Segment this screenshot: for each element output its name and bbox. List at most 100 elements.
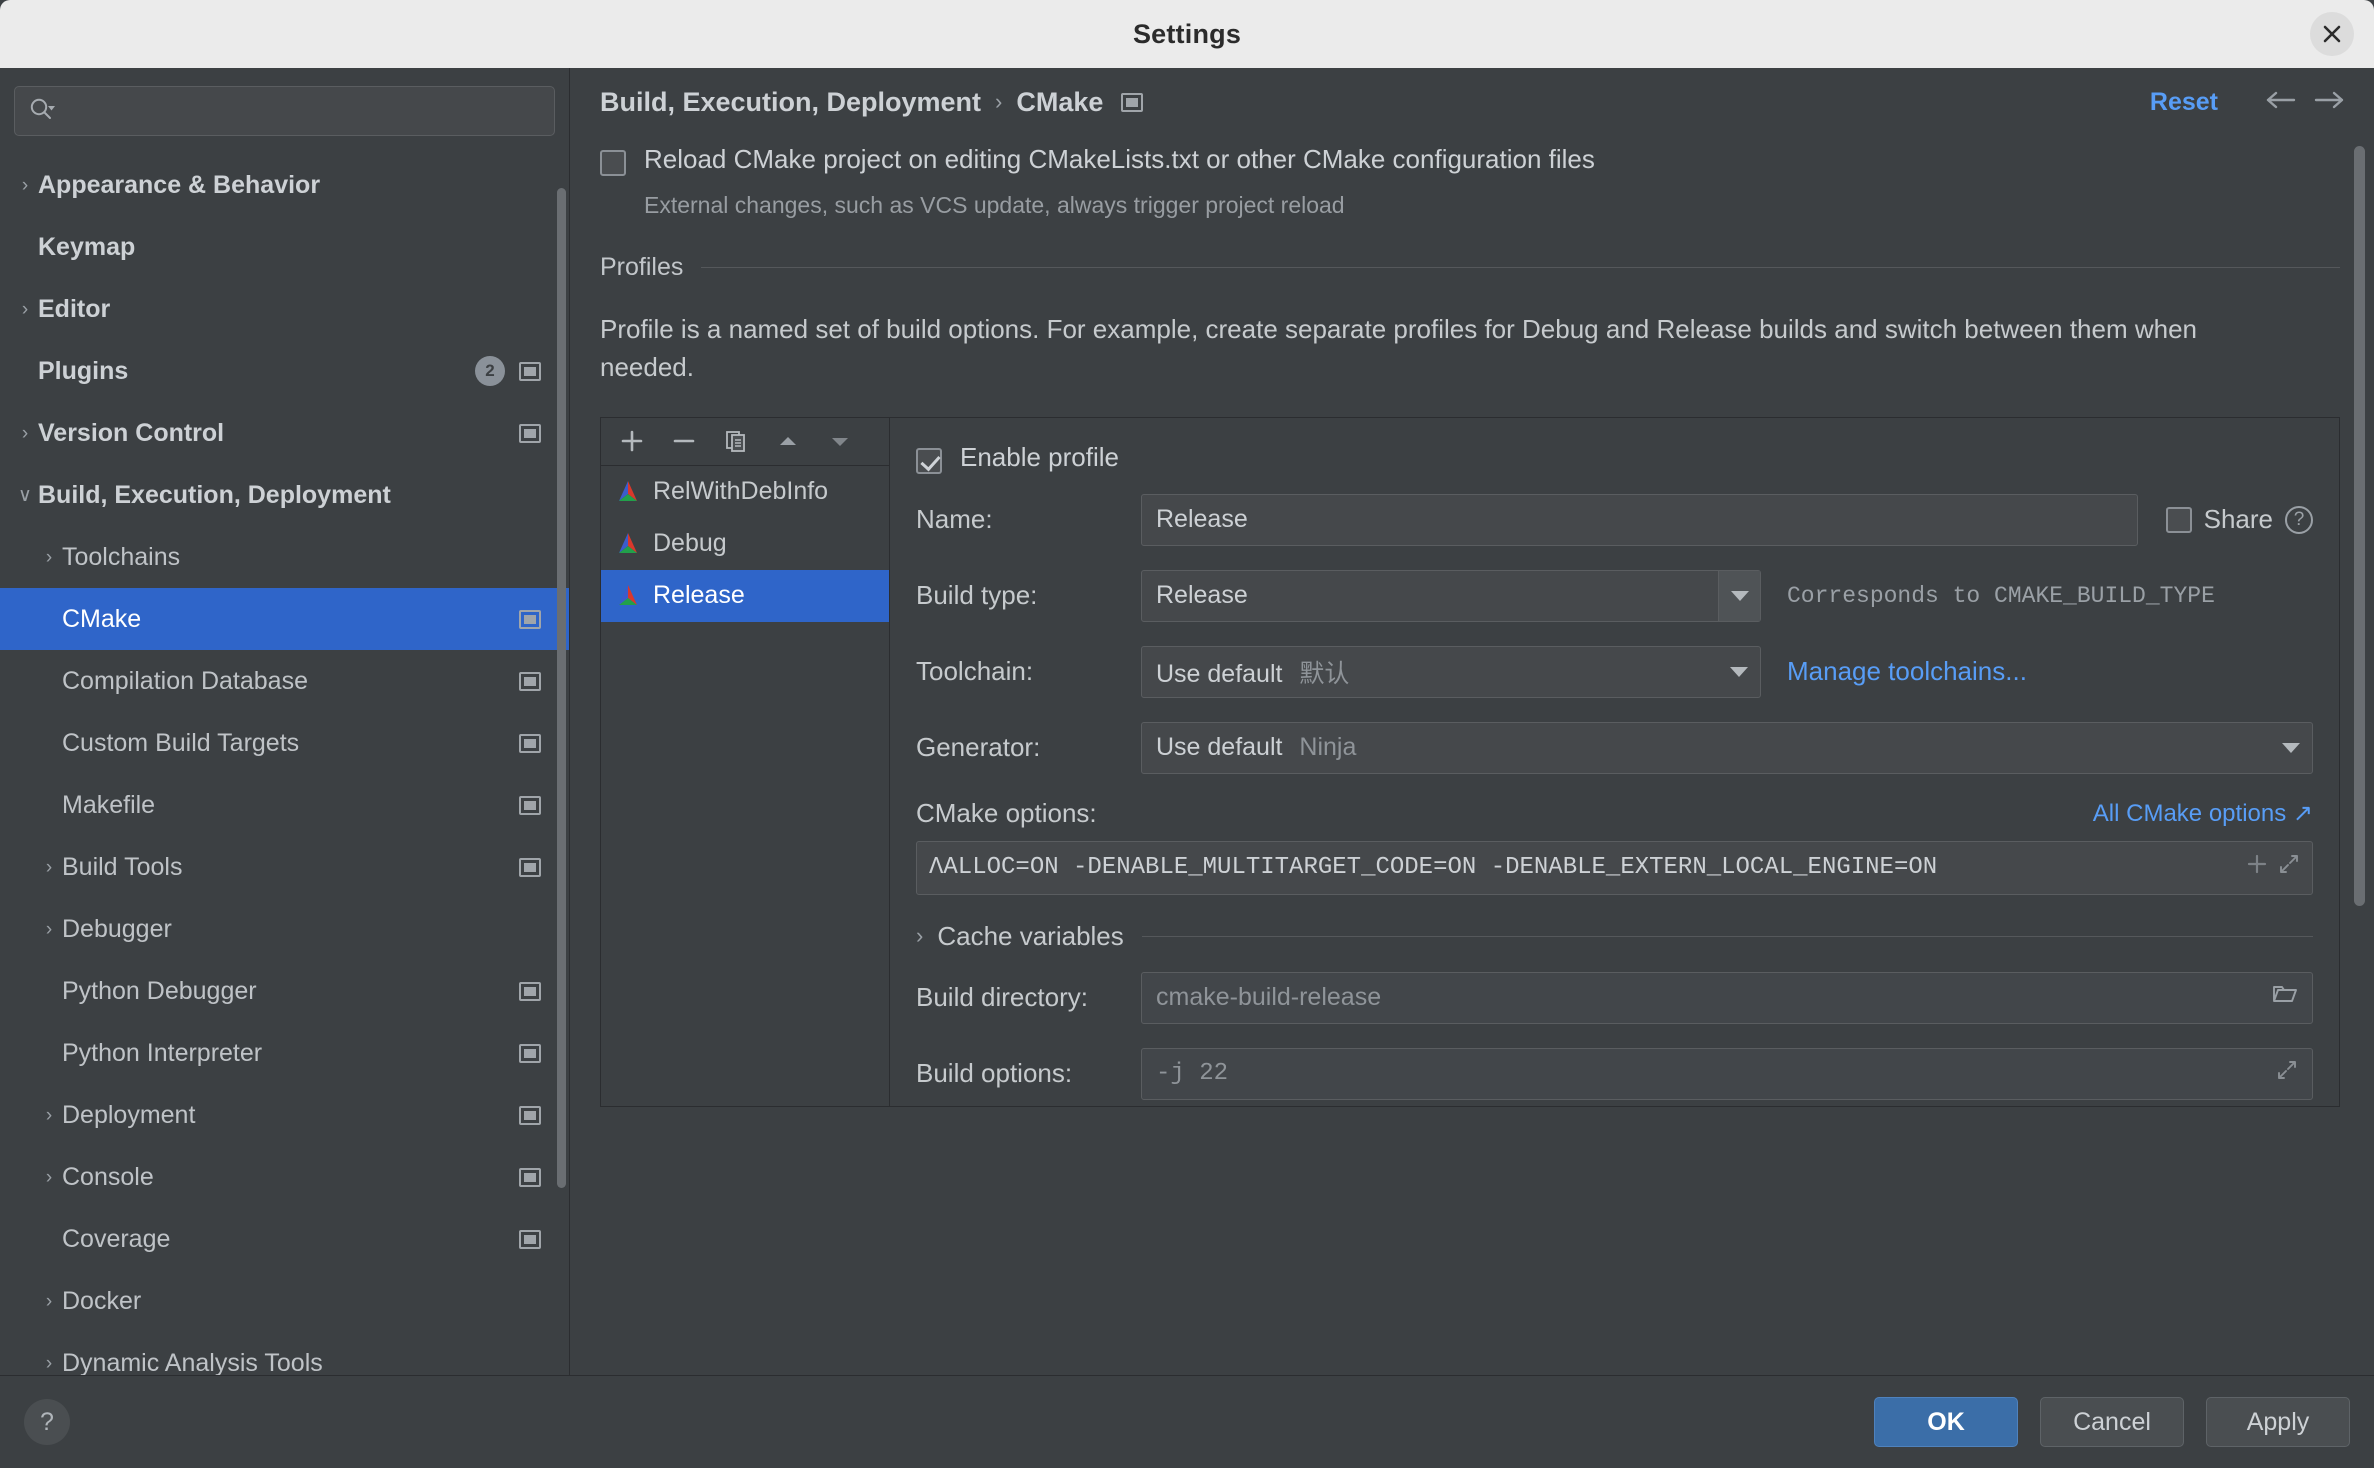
sidebar-item-editor[interactable]: ›Editor [0, 278, 569, 340]
chevron-right-icon[interactable]: › [36, 548, 62, 567]
name-field[interactable]: Release [1141, 494, 2138, 546]
sidebar-item-console[interactable]: ›Console [0, 1146, 569, 1208]
sidebar-item-debugger[interactable]: ›Debugger [0, 898, 569, 960]
add-icon[interactable] [619, 428, 645, 454]
sidebar-item-python-debugger[interactable]: Python Debugger [0, 960, 569, 1022]
chevron-right-icon[interactable]: › [36, 1106, 62, 1125]
sidebar-item-icons [519, 1230, 541, 1249]
settings-tree: ›Appearance & BehaviorKeymap›EditorPlugi… [0, 150, 569, 1375]
expand-icon[interactable] [2276, 1059, 2298, 1088]
profile-row[interactable]: RelWithDebInfo [601, 466, 889, 518]
reload-cmake-checkbox[interactable] [600, 150, 626, 176]
chevron-down-icon[interactable] [1718, 647, 1760, 697]
search-input[interactable] [61, 99, 540, 123]
cache-variables-header[interactable]: › Cache variables [916, 921, 2313, 952]
project-scope-icon [519, 734, 541, 753]
arrow-left-icon[interactable] [2264, 86, 2298, 118]
profile-row[interactable]: Debug [601, 518, 889, 570]
build-options-placeholder: -j 22 [1156, 1060, 2276, 1087]
profile-row[interactable]: Release [601, 570, 889, 622]
chevron-right-icon[interactable]: › [12, 176, 38, 195]
folder-icon[interactable] [2272, 983, 2298, 1012]
toolchain-row: Toolchain: Use default 默认 Manage toolcha… [916, 646, 2313, 698]
sidebar-item-build-execution-deployment[interactable]: ∨Build, Execution, Deployment [0, 464, 569, 526]
reset-button[interactable]: Reset [2150, 88, 2218, 117]
sidebar-item-version-control[interactable]: ›Version Control [0, 402, 569, 464]
chevron-right-icon[interactable]: › [36, 1354, 62, 1373]
chevron-down-icon[interactable]: ∨ [12, 486, 38, 505]
sidebar-item-icons: 2 [475, 356, 541, 386]
sidebar-item-label: Dynamic Analysis Tools [62, 1349, 323, 1376]
breadcrumb-current: CMake [1016, 87, 1103, 118]
cmake-options-field[interactable]: ΛALLOC=ON -DENABLE_MULTITARGET_CODE=ON -… [916, 841, 2313, 895]
sidebar-item-build-tools[interactable]: ›Build Tools [0, 836, 569, 898]
content-scrollbar[interactable] [2354, 146, 2365, 906]
sidebar-item-makefile[interactable]: Makefile [0, 774, 569, 836]
enable-profile-label: Enable profile [960, 442, 1119, 473]
move-down-icon[interactable] [827, 428, 853, 454]
chevron-right-icon[interactable]: › [36, 920, 62, 939]
close-icon[interactable] [2310, 12, 2354, 56]
chevron-right-icon[interactable]: › [12, 300, 38, 319]
chevron-right-icon[interactable]: › [12, 424, 38, 443]
project-scope-icon [519, 1230, 541, 1249]
sidebar-item-label: Custom Build Targets [62, 729, 299, 758]
expand-icon[interactable] [2278, 853, 2300, 883]
share-checkbox[interactable] [2166, 507, 2192, 533]
search-wrapper [0, 68, 569, 150]
apply-button[interactable]: Apply [2206, 1397, 2350, 1447]
build-options-field[interactable]: -j 22 [1141, 1048, 2313, 1100]
chevron-right-icon[interactable]: › [36, 1292, 62, 1311]
profiles-section-header: Profiles [600, 253, 2340, 282]
chevron-right-icon[interactable]: › [36, 1168, 62, 1187]
profile-name: RelWithDebInfo [653, 477, 828, 506]
sidebar-item-compilation-database[interactable]: Compilation Database [0, 650, 569, 712]
sidebar-item-plugins[interactable]: Plugins2 [0, 340, 569, 402]
search-box[interactable] [14, 86, 555, 136]
sidebar-item-cmake[interactable]: CMake [0, 588, 569, 650]
build-type-combo[interactable]: Release [1141, 570, 1761, 622]
sidebar-item-label: Python Interpreter [62, 1039, 262, 1068]
reload-cmake-checkbox-row[interactable]: Reload CMake project on editing CMakeLis… [600, 144, 2340, 176]
sidebar-item-docker[interactable]: ›Docker [0, 1270, 569, 1332]
chevron-down-icon[interactable] [2270, 723, 2312, 773]
move-up-icon[interactable] [775, 428, 801, 454]
toolchain-combo[interactable]: Use default 默认 [1141, 646, 1761, 698]
sidebar-item-keymap[interactable]: Keymap [0, 216, 569, 278]
sidebar-item-label: Coverage [62, 1225, 170, 1254]
search-icon [29, 97, 55, 126]
sidebar-item-label: Python Debugger [62, 977, 257, 1006]
help-icon[interactable]: ? [2285, 506, 2313, 534]
help-icon[interactable]: ? [24, 1399, 70, 1445]
breadcrumb-parent[interactable]: Build, Execution, Deployment [600, 87, 981, 118]
copy-icon[interactable] [723, 428, 749, 454]
sidebar-item-python-interpreter[interactable]: Python Interpreter [0, 1022, 569, 1084]
cancel-button[interactable]: Cancel [2040, 1397, 2184, 1447]
reload-cmake-label: Reload CMake project on editing CMakeLis… [644, 144, 1595, 175]
sidebar-item-deployment[interactable]: ›Deployment [0, 1084, 569, 1146]
project-scope-icon [519, 610, 541, 629]
generator-combo[interactable]: Use default Ninja [1141, 722, 2313, 774]
sidebar-item-coverage[interactable]: Coverage [0, 1208, 569, 1270]
ok-button[interactable]: OK [1874, 1397, 2018, 1447]
sidebar-item-appearance-behavior[interactable]: ›Appearance & Behavior [0, 154, 569, 216]
profiles-list-panel: RelWithDebInfo DebugRelease [600, 417, 890, 1107]
sidebar-item-custom-build-targets[interactable]: Custom Build Targets [0, 712, 569, 774]
sidebar-item-icons [519, 858, 541, 877]
sidebar-item-dynamic-analysis-tools[interactable]: ›Dynamic Analysis Tools [0, 1332, 569, 1375]
sidebar-scrollbar[interactable] [557, 188, 566, 1188]
all-cmake-options-link[interactable]: All CMake options ↗ [2093, 799, 2313, 828]
remove-icon[interactable] [671, 428, 697, 454]
update-count-badge: 2 [475, 356, 505, 386]
chevron-right-icon[interactable]: › [36, 858, 62, 877]
chevron-down-icon[interactable] [1718, 571, 1760, 621]
build-directory-field[interactable]: cmake-build-release [1141, 972, 2313, 1024]
enable-profile-checkbox[interactable] [916, 448, 942, 474]
add-icon[interactable] [2246, 853, 2268, 883]
manage-toolchains-link[interactable]: Manage toolchains... [1787, 656, 2027, 687]
sidebar-item-toolchains[interactable]: ›Toolchains [0, 526, 569, 588]
sidebar-item-label: Build, Execution, Deployment [38, 481, 391, 510]
enable-profile-row[interactable]: Enable profile [916, 442, 2313, 474]
sidebar-item-label: Appearance & Behavior [38, 171, 320, 200]
arrow-right-icon[interactable] [2312, 86, 2346, 118]
